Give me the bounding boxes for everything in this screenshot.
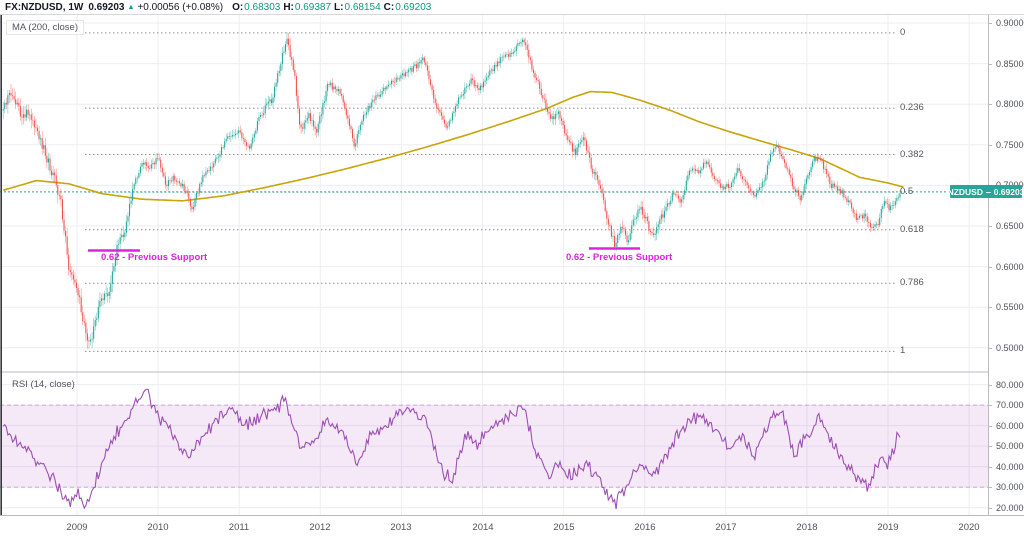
support-annotation[interactable]: 0.62 - Previous Support bbox=[566, 252, 672, 263]
rsi-tick-label: 30.0000 bbox=[996, 482, 1024, 492]
axis-tick bbox=[989, 145, 992, 146]
rsi-tick-label: 60.0000 bbox=[996, 421, 1024, 431]
year-tick-label: 2018 bbox=[796, 522, 817, 533]
rsi-tick-label: 40.0000 bbox=[996, 462, 1024, 472]
close-label: C: bbox=[384, 2, 395, 13]
year-tick-label: 2015 bbox=[553, 522, 574, 533]
price-tick-label: 0.90000 bbox=[996, 18, 1024, 28]
fib-level-label[interactable]: 0.786 bbox=[900, 277, 924, 288]
year-tick-label: 2017 bbox=[715, 522, 736, 533]
year-tick-label: 2013 bbox=[390, 522, 411, 533]
axis-tick bbox=[989, 487, 992, 488]
fib-level-label[interactable]: 0 bbox=[900, 27, 905, 38]
rsi-tick-label: 80.0000 bbox=[996, 380, 1024, 390]
axis-tick bbox=[989, 426, 992, 427]
price-tick-label: 0.75000 bbox=[996, 140, 1024, 150]
price-tag-symbol: NZDUSD bbox=[948, 187, 983, 197]
price-tick-label: 0.55000 bbox=[996, 302, 1024, 312]
ma-indicator-label[interactable]: MA (200, close) bbox=[6, 20, 84, 35]
year-tick-label: 2016 bbox=[634, 522, 655, 533]
year-tick-label: 2009 bbox=[66, 522, 87, 533]
fib-level-label[interactable]: 1 bbox=[900, 345, 905, 356]
price-chart-canvas[interactable] bbox=[0, 0, 1024, 537]
price-tick-label: 0.85000 bbox=[996, 59, 1024, 69]
price-tick-label: 0.80000 bbox=[996, 99, 1024, 109]
price-tick-label: 0.60000 bbox=[996, 262, 1024, 272]
fib-level-label[interactable]: 0.5 bbox=[900, 186, 913, 197]
price-tag-value: 0.69203 bbox=[994, 187, 1024, 197]
high-value: 0.69387 bbox=[295, 2, 331, 13]
high-label: H: bbox=[283, 2, 294, 13]
price-tag-separator: ‒ bbox=[986, 187, 991, 197]
rsi-tick-label: 70.0000 bbox=[996, 400, 1024, 410]
current-price-tag: NZDUSD ‒ 0.69203 bbox=[950, 185, 1022, 198]
rsi-tick-label: 50.0000 bbox=[996, 441, 1024, 451]
year-tick-label: 2012 bbox=[309, 522, 330, 533]
axis-tick bbox=[989, 64, 992, 65]
price-tick-label: 0.50000 bbox=[996, 343, 1024, 353]
axis-tick bbox=[989, 23, 992, 24]
fib-level-label[interactable]: 0.618 bbox=[900, 224, 924, 235]
open-value: 0.68303 bbox=[244, 2, 280, 13]
year-tick-label: 2019 bbox=[877, 522, 898, 533]
axis-tick bbox=[989, 385, 992, 386]
axis-tick bbox=[989, 508, 992, 509]
low-label: L: bbox=[334, 2, 343, 13]
year-tick-label: 2014 bbox=[472, 522, 493, 533]
price-tick-label: 0.65000 bbox=[996, 221, 1024, 231]
close-value: 0.69203 bbox=[395, 2, 431, 13]
chart-header: FX:NZDUSD, 1W 0.69203 ▲ +0.00056 (+0.08%… bbox=[0, 0, 1024, 15]
year-tick-label: 2011 bbox=[229, 522, 249, 533]
axis-tick bbox=[989, 226, 992, 227]
axis-tick bbox=[989, 467, 992, 468]
up-arrow-icon: ▲ bbox=[128, 4, 135, 11]
open-label: O: bbox=[232, 2, 243, 13]
time-axis[interactable]: 2009 2010 2011 2012 2013 2014 2015 2016 2017 2018… bbox=[0, 515, 1024, 537]
price-change: +0.00056 (+0.08%) bbox=[137, 2, 223, 13]
last-price: 0.69203 bbox=[88, 2, 124, 13]
symbol-title[interactable]: FX:NZDUSD, 1W bbox=[5, 2, 83, 13]
low-value: 0.68154 bbox=[345, 2, 381, 13]
year-tick-label: 2010 bbox=[147, 522, 168, 533]
axis-tick bbox=[989, 104, 992, 105]
axis-tick bbox=[989, 446, 992, 447]
axis-tick bbox=[989, 348, 992, 349]
trading-chart-app: { "header": { "symbol": "FX:NZDUSD, 1W",… bbox=[0, 0, 1024, 537]
axis-tick bbox=[989, 307, 992, 308]
fib-level-label[interactable]: 0.382 bbox=[900, 149, 924, 160]
year-tick-label: 2020 bbox=[958, 522, 979, 533]
axis-tick bbox=[989, 405, 992, 406]
axis-tick bbox=[989, 267, 992, 268]
fib-level-label[interactable]: 0.236 bbox=[900, 102, 924, 113]
rsi-indicator-label[interactable]: RSI (14, close) bbox=[6, 377, 81, 392]
support-annotation[interactable]: 0.62 - Previous Support bbox=[101, 252, 207, 263]
rsi-tick-label: 20.0000 bbox=[996, 503, 1024, 513]
price-axis[interactable]: 0.900000.850000.800000.750000.700000.650… bbox=[988, 15, 1024, 515]
